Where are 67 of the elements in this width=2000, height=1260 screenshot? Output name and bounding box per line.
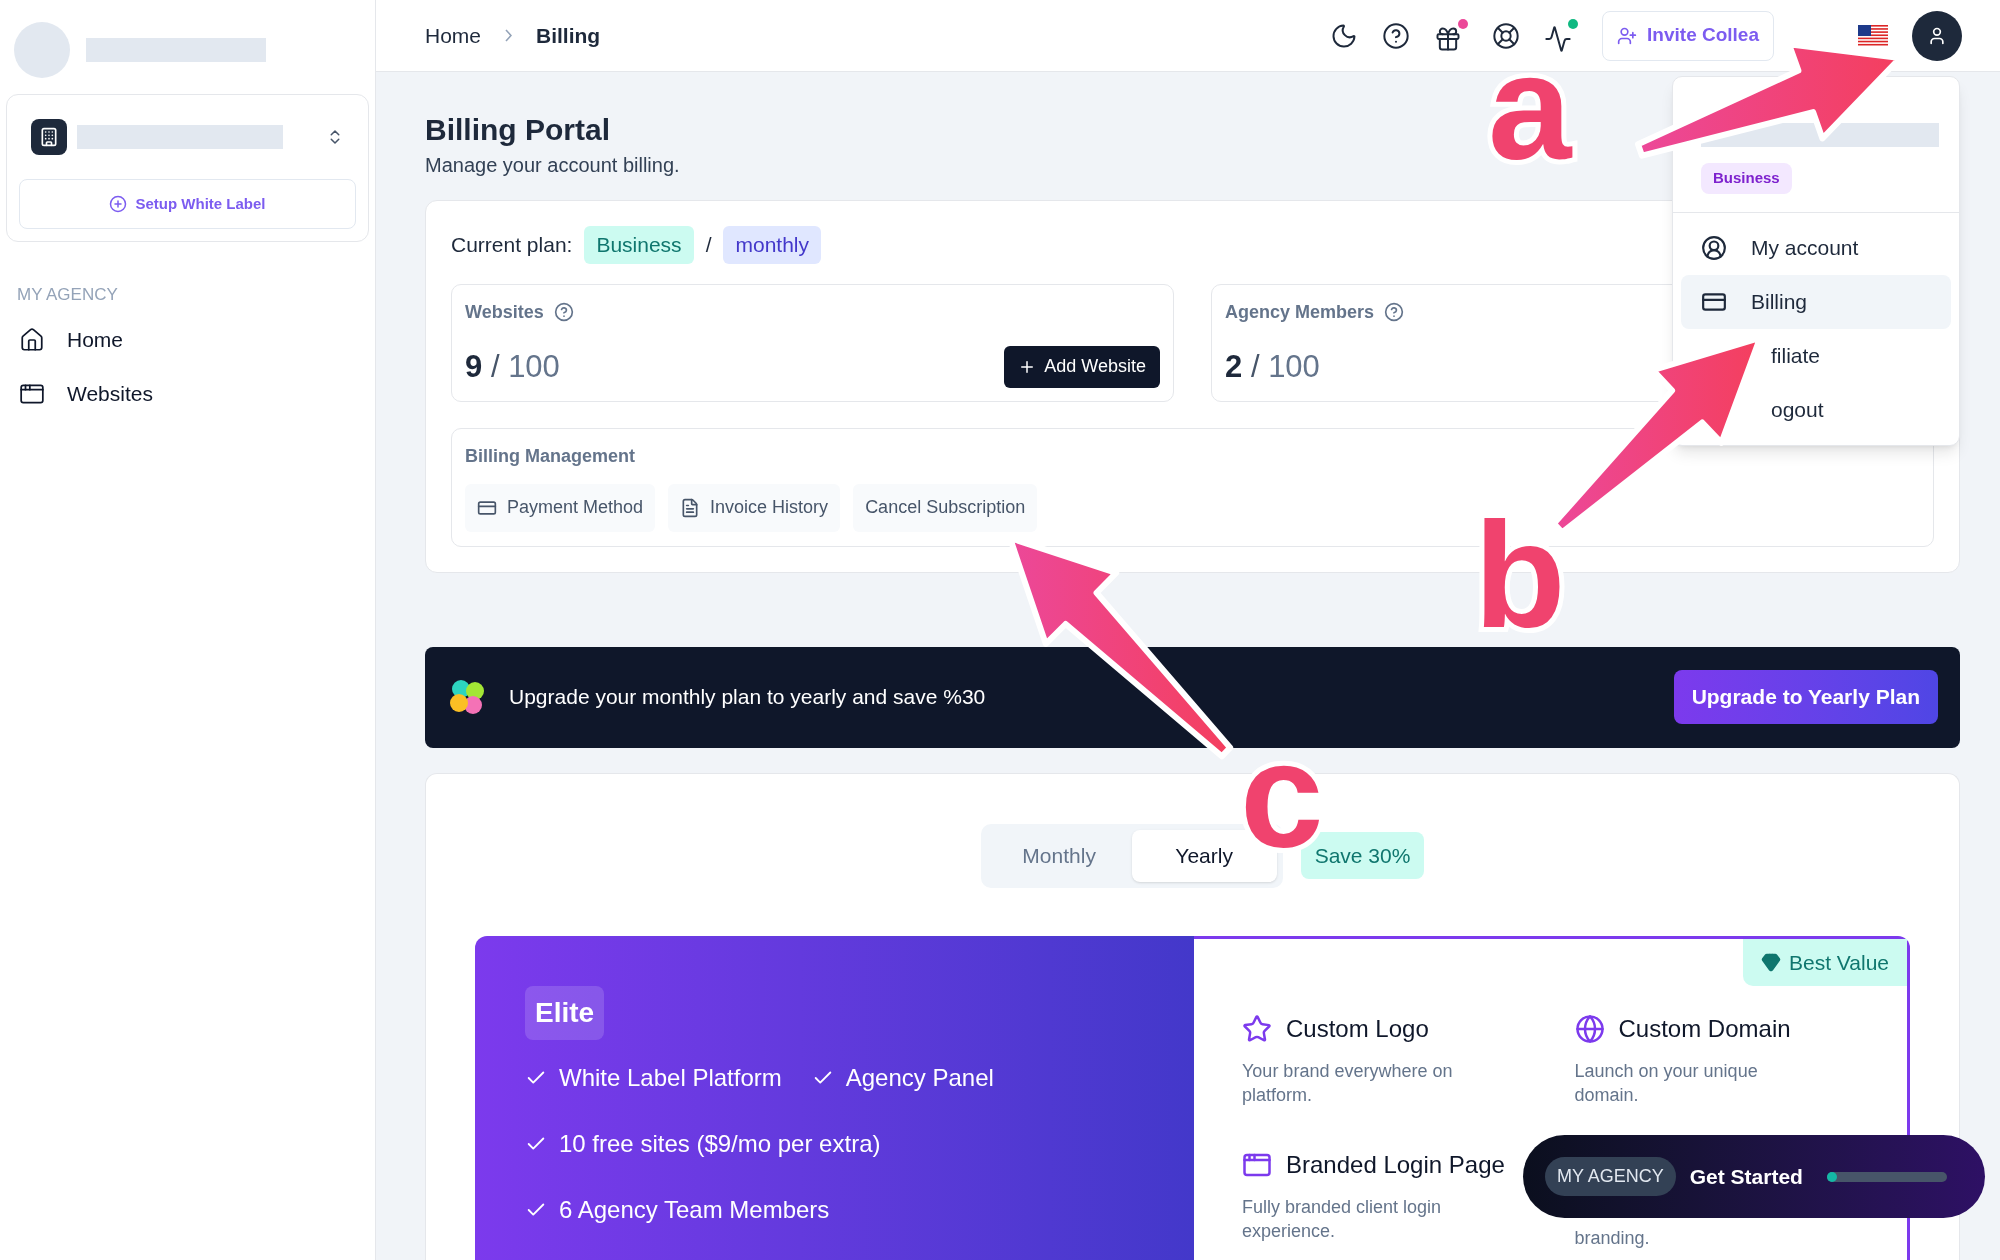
perk-description: branding.: [1574, 1226, 1651, 1250]
breadcrumb-link[interactable]: Home: [425, 19, 482, 52]
menu-item[interactable]: filiate: [1771, 339, 1821, 372]
upgrade-button[interactable]: Upgrade to Yearly Plan: [1673, 670, 1938, 724]
user-icon: [1927, 25, 1947, 46]
best-value-ribbon: Best Value: [1743, 938, 1907, 986]
globe-icon: [1574, 1013, 1605, 1044]
perk-description: Fully branded client login experience.: [1242, 1195, 1443, 1243]
page-title: Billing Portal: [425, 112, 610, 148]
feature-item: 10 free sites ($9/mo per extra): [525, 1125, 881, 1162]
usage-count: 2 / 100: [1225, 347, 1320, 386]
add-website-button[interactable]: Add Website: [1004, 345, 1160, 388]
plan-separator: /: [705, 232, 712, 258]
sidebar-item[interactable]: Websites: [19, 373, 369, 414]
flag-icon[interactable]: [1858, 24, 1888, 47]
user-circle-icon: [1701, 234, 1727, 261]
document-icon: [680, 497, 701, 518]
pinwheel-logo-icon: [447, 677, 487, 717]
plan-tier-badge: Business: [584, 226, 694, 264]
annotation-letter: b: [1474, 520, 1566, 630]
feature-item: White Label Platform: [525, 1059, 782, 1096]
menu-item[interactable]: Billing: [1681, 274, 1951, 329]
activity-icon[interactable]: [1544, 18, 1579, 53]
perk-title: Custom Domain: [1618, 1013, 1791, 1044]
annotation-letter: a: [1488, 52, 1572, 162]
chevron-right-icon: [505, 29, 513, 42]
plan-label: Current plan:: [451, 232, 573, 258]
plan-period-badge: monthly: [723, 226, 821, 264]
usage-label: Websites: [465, 300, 544, 324]
billing-action-button[interactable]: Payment Method: [465, 483, 656, 532]
plan-badge: Business: [1701, 163, 1792, 194]
feature-item: 6 Agency Team Members: [525, 1191, 830, 1228]
feature-item: Agency Panel: [811, 1059, 994, 1096]
get-started-label: Get Started: [1689, 1163, 1803, 1190]
star-icon: [1242, 1013, 1272, 1044]
lifebuoy-icon[interactable]: [1492, 21, 1521, 50]
perk-description: Launch on your unique domain.: [1574, 1059, 1759, 1107]
banner-text: Upgrade your monthly plan to yearly and save %30: [509, 684, 986, 711]
section-label: MY AGENCY: [16, 284, 119, 306]
menu-item[interactable]: ogout: [1771, 393, 1824, 426]
plan-name-badge: Elite: [525, 985, 605, 1040]
sidebar-item[interactable]: Home: [19, 319, 369, 360]
home-icon: [19, 326, 45, 353]
usage-count: 9 / 100: [465, 347, 560, 386]
billing-action-button[interactable]: Cancel Subscription: [853, 483, 1038, 532]
onboarding-pill[interactable]: MY AGENCY Get Started: [1523, 1135, 1985, 1218]
agency-tag: MY AGENCY: [1545, 1157, 1676, 1196]
usage-label: Agency Members: [1225, 300, 1375, 324]
perk-title: Branded Login Page: [1286, 1149, 1505, 1180]
billing-toggle-option[interactable]: Monthly: [986, 829, 1132, 882]
menu-item[interactable]: My account: [1681, 220, 1951, 275]
help-icon[interactable]: [1382, 21, 1411, 50]
page-subtitle: Manage your account billing.: [425, 153, 680, 178]
perk-description: Your brand everywhere on platform.: [1242, 1059, 1454, 1107]
section-title: Billing Management: [465, 444, 636, 468]
diamond-icon: [1761, 952, 1781, 973]
avatar-placeholder: [14, 22, 70, 78]
plus-circle-icon: [109, 195, 128, 213]
user-plus-icon: [1617, 25, 1638, 46]
gift-icon[interactable]: [1434, 18, 1469, 53]
setup-button[interactable]: Setup White Label: [19, 179, 356, 229]
billing-action-button[interactable]: Invoice History: [668, 483, 841, 532]
avatar-button[interactable]: [1912, 10, 1962, 61]
invite-button[interactable]: Invite Collea: [1602, 10, 1774, 61]
building-icon: [31, 119, 67, 155]
perk-title: Custom Logo: [1286, 1013, 1429, 1044]
breadcrumb-link[interactable]: Billing: [536, 19, 601, 52]
